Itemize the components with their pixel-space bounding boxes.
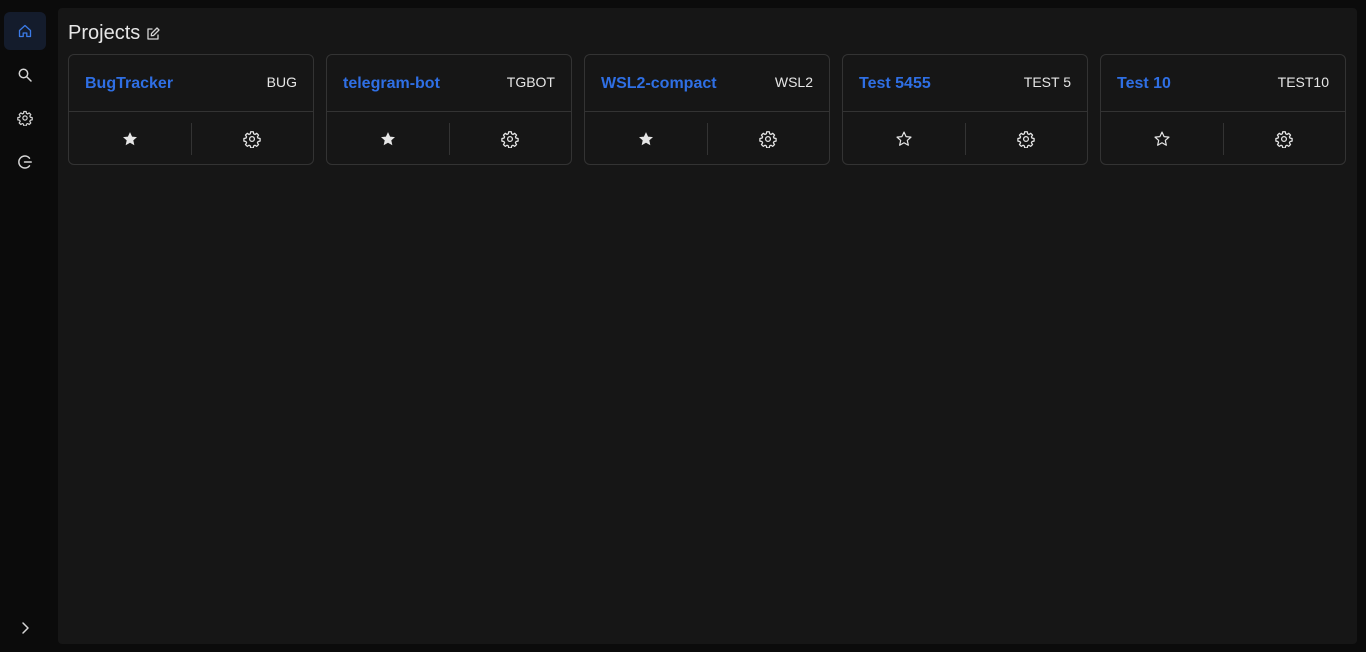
project-name-link[interactable]: Test 5455 [859, 75, 931, 93]
gear-icon [1275, 131, 1293, 148]
favorite-button[interactable] [585, 123, 707, 155]
project-key: BUG [266, 74, 297, 90]
sidebar [0, 0, 50, 652]
project-settings-button[interactable] [450, 123, 572, 155]
page-title: Projects [68, 22, 141, 44]
project-card: Test 10 TEST10 [1100, 54, 1346, 165]
sidebar-item-logout[interactable] [4, 143, 46, 181]
gear-icon [1017, 131, 1035, 148]
star-filled-icon [638, 132, 653, 146]
star-outline-icon [1154, 131, 1170, 146]
edit-projects-button[interactable] [145, 26, 161, 42]
main-content: Projects BugTracker BUG telegram-bot TGB… [58, 8, 1357, 644]
logout-icon [18, 155, 32, 169]
favorite-button[interactable] [327, 123, 449, 155]
sidebar-item-search[interactable] [4, 56, 46, 94]
project-name-link[interactable]: BugTracker [85, 75, 173, 93]
favorite-button[interactable] [1101, 123, 1223, 155]
project-card: BugTracker BUG [68, 54, 314, 165]
favorite-button[interactable] [69, 123, 191, 155]
project-settings-button[interactable] [708, 123, 830, 155]
project-settings-button[interactable] [192, 123, 314, 155]
project-name-link[interactable]: telegram-bot [343, 75, 440, 93]
sidebar-item-home[interactable] [4, 12, 46, 50]
project-key: WSL2 [774, 74, 813, 90]
project-card: WSL2-compact WSL2 [584, 54, 830, 165]
star-filled-icon [122, 132, 137, 146]
edit-icon [147, 26, 160, 40]
project-card: telegram-bot TGBOT [326, 54, 572, 165]
project-settings-button[interactable] [1224, 123, 1346, 155]
project-settings-button[interactable] [966, 123, 1088, 155]
search-icon [18, 68, 32, 82]
page-header: Projects [68, 22, 161, 45]
project-key: TEST10 [1277, 74, 1329, 90]
star-outline-icon [896, 131, 912, 146]
project-key: TGBOT [506, 74, 555, 90]
home-icon [18, 24, 32, 38]
gear-icon [501, 131, 519, 148]
sidebar-expand-button[interactable] [4, 609, 46, 647]
project-name-link[interactable]: Test 10 [1117, 75, 1171, 93]
gear-icon [243, 131, 261, 148]
gear-icon [759, 131, 777, 148]
gear-icon [17, 110, 33, 126]
chevron-right-icon [22, 622, 29, 634]
star-filled-icon [380, 132, 395, 146]
project-name-link[interactable]: WSL2-compact [601, 75, 717, 93]
project-cards: BugTracker BUG telegram-bot TGBOT WSL2-c… [68, 54, 1346, 165]
project-card: Test 5455 TEST 5 [842, 54, 1088, 165]
project-key: TEST 5 [1023, 74, 1071, 90]
favorite-button[interactable] [843, 123, 965, 155]
sidebar-item-settings[interactable] [4, 99, 46, 137]
